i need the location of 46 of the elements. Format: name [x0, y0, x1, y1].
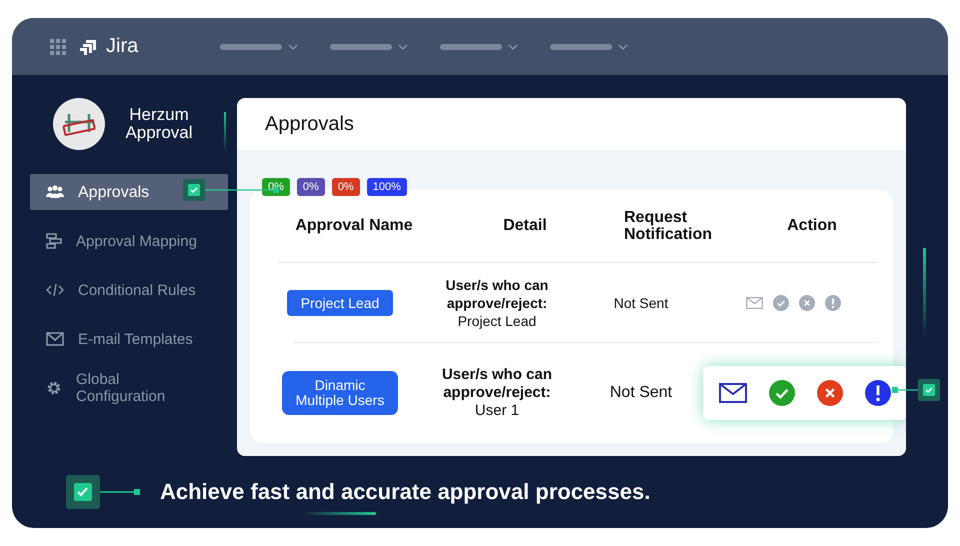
approve-check-icon[interactable]	[769, 380, 795, 406]
sidebar-item[interactable]: Conditional Rules	[30, 272, 228, 308]
alert-icon[interactable]	[865, 380, 891, 406]
chevron-down-icon	[508, 44, 518, 50]
code-icon	[46, 283, 64, 297]
chevron-down-icon	[288, 44, 298, 50]
mapping-icon	[46, 233, 62, 249]
sidebar-item[interactable]: Approval Mapping	[30, 223, 228, 259]
nav-dropdown[interactable]	[330, 44, 408, 50]
panel-title: Approvals	[264, 112, 355, 137]
column-header: Action	[786, 217, 838, 235]
chevron-down-icon	[398, 44, 408, 50]
reject-x-icon[interactable]	[817, 380, 843, 406]
approve-check-icon[interactable]	[773, 295, 789, 311]
nav-dropdown[interactable]	[440, 44, 518, 50]
column-header: Request Notification	[623, 209, 713, 243]
chevron-down-icon	[618, 44, 628, 50]
mail-icon	[46, 332, 64, 346]
percent-badge: 100%	[366, 178, 407, 196]
notification-status: Not Sent	[614, 295, 668, 311]
sidebar-item[interactable]: Global Configuration	[30, 370, 190, 406]
app-name: Jira	[106, 35, 138, 58]
detail-text: User/s who can approve/reject: User 1	[440, 366, 554, 420]
column-header: Detail	[502, 217, 548, 235]
connector-line	[100, 489, 140, 495]
checkbox-icon	[66, 475, 100, 509]
mail-icon[interactable]	[719, 383, 747, 403]
percent-badge: 0%	[296, 178, 325, 196]
nav-dropdown[interactable]	[550, 44, 628, 50]
app-grid-icon[interactable]	[50, 38, 66, 54]
stamp-logo-icon	[53, 98, 105, 150]
approval-name-button[interactable]: Dinamic Multiple Users	[282, 371, 398, 415]
app-title: Herzum Approval	[124, 106, 194, 142]
detail-text: User/s who can approve/reject: Project Lead	[444, 276, 550, 330]
column-header: Approval Name	[294, 217, 414, 235]
settings-icon	[46, 380, 62, 396]
sidebar-item[interactable]: Approvals	[30, 174, 228, 210]
approval-name-button[interactable]: Project Lead	[286, 290, 394, 316]
notification-status: Not Sent	[610, 384, 672, 402]
people-icon	[46, 185, 64, 199]
nav-dropdown[interactable]	[220, 44, 298, 50]
logo-icon	[80, 38, 98, 56]
tagline-text: Achieve fast and accurate approval processes.	[160, 479, 650, 505]
sidebar-item[interactable]: E-mail Templates	[30, 321, 228, 357]
percent-badge: 0%	[332, 178, 360, 196]
reject-x-icon[interactable]	[799, 295, 815, 311]
